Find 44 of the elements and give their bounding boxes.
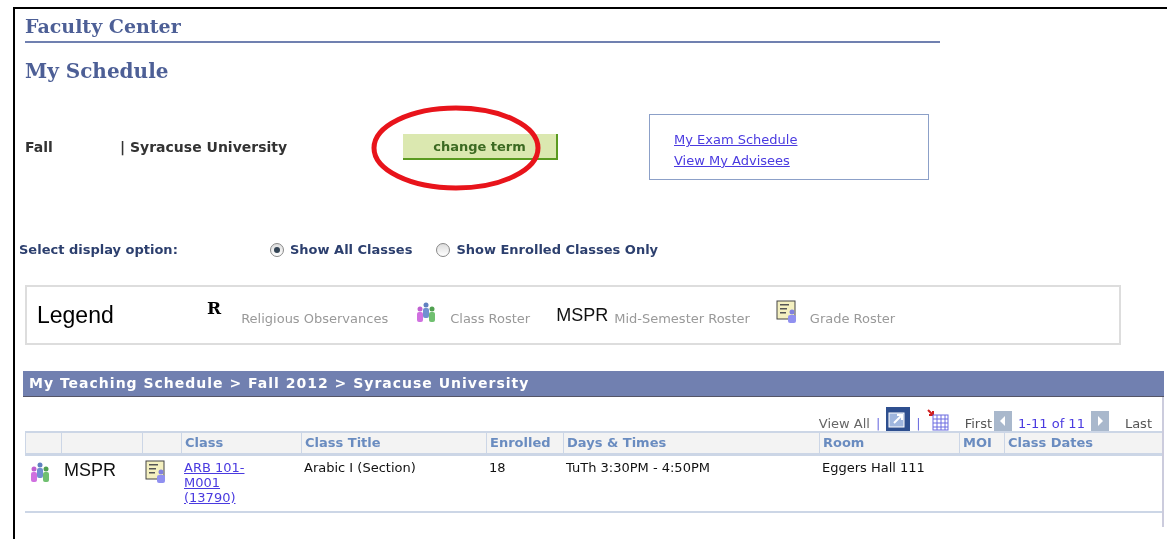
section-header: My Teaching Schedule > Fall 2012 > Syracuse University xyxy=(23,371,1164,397)
separator: | xyxy=(916,416,921,431)
column-header: Class xyxy=(181,433,301,453)
first-label: First xyxy=(964,416,993,431)
column-header: Class Dates xyxy=(1004,433,1161,453)
column-header: MOI xyxy=(959,433,1004,453)
last-label: Last xyxy=(1124,416,1152,431)
page-range: 1-11 of 11 xyxy=(1018,416,1085,431)
column-header: Enrolled xyxy=(486,433,563,453)
table-cell: 18 xyxy=(489,460,506,475)
column-header: Room xyxy=(819,433,959,453)
zoom-icon[interactable] xyxy=(886,407,911,431)
page-title: My Schedule xyxy=(25,59,170,83)
radio-label[interactable]: Show All Classes xyxy=(290,242,413,257)
legend-label: Religious Observances xyxy=(241,310,389,326)
grid-download-icon[interactable] xyxy=(926,409,949,431)
link[interactable]: View My Advisees xyxy=(674,153,790,168)
display-option-label: Select display option: xyxy=(19,242,179,257)
term-label: Fall xyxy=(25,139,54,155)
link[interactable]: My Exam Schedule xyxy=(674,133,798,147)
separator: | xyxy=(875,416,881,431)
mspr-mark: MSPR xyxy=(556,304,609,326)
table-cell: Eggers Hall 111 xyxy=(822,460,925,475)
column-header: Days & Times xyxy=(563,433,819,453)
radio-button[interactable] xyxy=(436,242,451,257)
legend-label: Grade Roster xyxy=(809,310,896,326)
people-icon[interactable] xyxy=(28,460,52,484)
column-header: Class Title xyxy=(301,433,486,453)
page-header: Faculty Center xyxy=(25,15,940,43)
radio-button[interactable] xyxy=(270,242,284,257)
table-cell: TuTh 3:30PM - 4:50PM xyxy=(566,460,710,475)
religious-mark: R xyxy=(207,298,222,318)
legend-title: Legend xyxy=(37,301,115,329)
roster-sheet-icon xyxy=(775,300,798,324)
legend-label: Mid-Semester Roster xyxy=(614,310,750,326)
class-link[interactable]: ARB 101-M001 (13790) xyxy=(184,460,264,505)
radio-label[interactable]: Show Enrolled Classes Only xyxy=(456,242,659,257)
legend-label: Class Roster xyxy=(450,310,531,326)
roster-sheet-icon[interactable] xyxy=(145,460,167,484)
institution-label: | Syracuse University xyxy=(120,139,289,155)
table-cell: Arabic I (Section) xyxy=(304,460,416,475)
change-term-button[interactable]: change term xyxy=(403,134,558,160)
mspr-link[interactable]: MSPR xyxy=(64,460,116,480)
view-all-link[interactable]: View All xyxy=(818,416,870,431)
